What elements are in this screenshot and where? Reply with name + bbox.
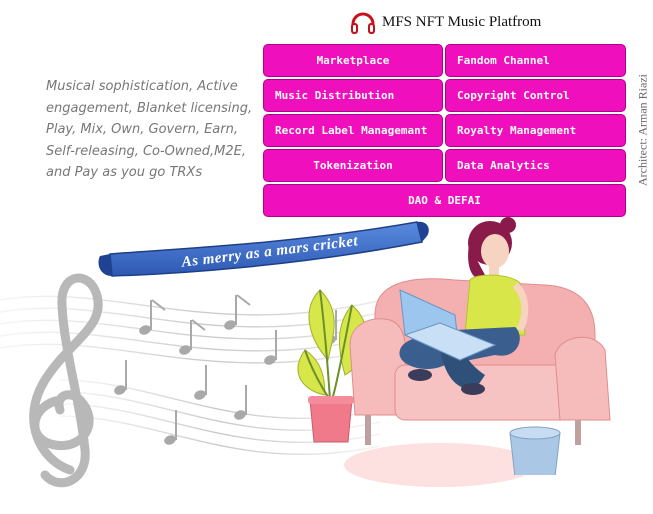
tagline: Musical sophistication, Active engagemen…: [46, 76, 261, 184]
app-header: MFS NFT Music Platfrom: [350, 6, 541, 38]
tagline-line: and Pay as you go TRXs: [46, 165, 203, 180]
headphones-icon: [351, 12, 375, 34]
copyright-control-button[interactable]: Copyright Control: [445, 79, 626, 112]
architect-credit: Architect: Arman Riazi: [634, 50, 652, 210]
marketplace-button[interactable]: Marketplace: [263, 44, 443, 77]
fandom-channel-button[interactable]: Fandom Channel: [445, 44, 626, 77]
tokenization-button[interactable]: Tokenization: [263, 149, 443, 182]
record-label-management-button[interactable]: Record Label Managemant: [263, 114, 443, 147]
data-analytics-button[interactable]: Data Analytics: [445, 149, 626, 182]
royalty-management-button[interactable]: Royalty Management: [445, 114, 626, 147]
tagline-line: engagement, Blanket licensing,: [46, 100, 253, 116]
dao-defai-button[interactable]: DAO & DEFAI: [263, 184, 626, 217]
tagline-line: Musical sophistication, Active: [46, 79, 238, 94]
tagline-line: Self-releasing, Co-Owned,M2E,: [46, 143, 247, 159]
music-distribution-button[interactable]: Music Distribution: [263, 79, 443, 112]
page-title: MFS NFT Music Platfrom: [382, 13, 542, 30]
tagline-line: Play, Mix, Own, Govern, Earn,: [46, 122, 238, 137]
architect-label: Architect: Arman Riazi: [635, 74, 650, 186]
